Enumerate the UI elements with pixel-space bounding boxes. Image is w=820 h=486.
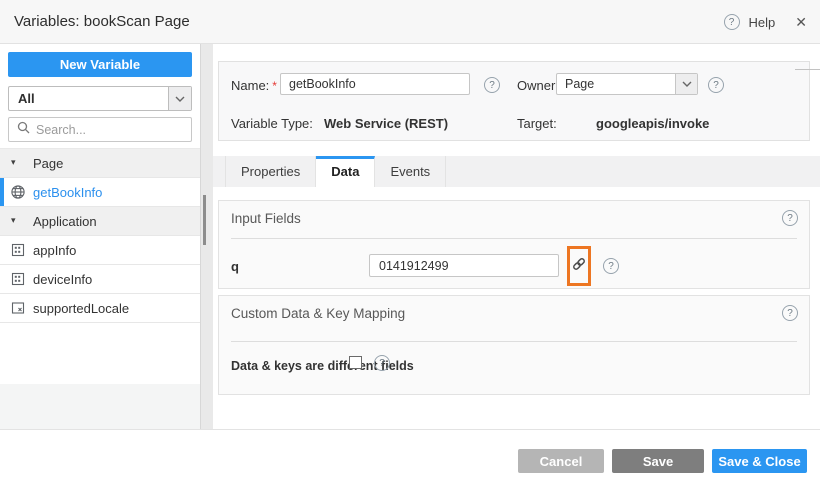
scrollbar-thumb[interactable] bbox=[203, 195, 206, 245]
tree-section-page[interactable]: ▾ Page bbox=[0, 149, 200, 178]
target-label: Target: bbox=[517, 116, 557, 131]
tree-item-label: getBookInfo bbox=[33, 184, 103, 200]
tab-data[interactable]: Data bbox=[316, 156, 376, 187]
variable-type-value: Web Service (REST) bbox=[324, 116, 449, 131]
input-fields-section: Input Fields ? q ? bbox=[218, 200, 810, 289]
save-close-button[interactable]: Save & Close bbox=[712, 449, 807, 473]
help-link[interactable]: Help bbox=[749, 15, 776, 30]
app-grid-icon bbox=[10, 242, 26, 258]
assign-link-button[interactable] bbox=[567, 246, 591, 286]
help-icon[interactable]: ? bbox=[484, 77, 500, 93]
variable-detail-panel: Name:* ? Owner:* Page ? Variable Type: W… bbox=[213, 44, 820, 429]
name-input[interactable] bbox=[280, 73, 470, 95]
custom-mapping-section: Custom Data & Key Mapping ? Data & keys … bbox=[218, 295, 810, 395]
help-icon[interactable]: ? bbox=[782, 305, 798, 321]
close-icon[interactable]: ✕ bbox=[795, 14, 807, 31]
filter-dropdown-value: All bbox=[18, 91, 35, 106]
section-title: Custom Data & Key Mapping bbox=[231, 306, 406, 321]
help-icon[interactable]: ? bbox=[723, 14, 740, 30]
caret-down-icon[interactable]: ▾ bbox=[11, 215, 16, 226]
tree-section-label: Page bbox=[33, 155, 64, 171]
owner-dropdown-value: Page bbox=[565, 77, 595, 91]
cancel-button[interactable]: Cancel bbox=[518, 449, 604, 473]
tab-events[interactable]: Events bbox=[375, 156, 447, 187]
tree-item-supportedlocale[interactable]: supportedLocale bbox=[0, 294, 200, 323]
selected-indicator bbox=[0, 178, 4, 206]
chevron-down-icon[interactable] bbox=[168, 87, 191, 110]
chevron-down-icon[interactable] bbox=[675, 74, 697, 94]
tree-item-label: appInfo bbox=[33, 242, 77, 258]
param-q-input[interactable] bbox=[369, 254, 559, 277]
vertical-scrollbar[interactable] bbox=[200, 44, 213, 429]
variable-summary-box: Name:* ? Owner:* Page ? Variable Type: W… bbox=[218, 61, 810, 141]
tree-item-appinfo[interactable]: appInfo bbox=[0, 236, 200, 265]
search-icon bbox=[17, 121, 30, 139]
dialog-header: Variables: bookScan Page ? Help ✕ bbox=[0, 0, 820, 44]
tree-section-application[interactable]: ▾ Application bbox=[0, 207, 200, 236]
search-input[interactable] bbox=[36, 122, 183, 137]
tree-item-label: supportedLocale bbox=[33, 300, 130, 316]
variables-tree: ▾ Page getBookInfo ▾ Application appInfo… bbox=[0, 148, 200, 323]
detail-tabs: Properties Data Events bbox=[213, 156, 820, 187]
document-x-icon bbox=[10, 300, 26, 316]
app-grid-icon bbox=[10, 271, 26, 287]
divider bbox=[231, 238, 797, 239]
sidebar-footer-area bbox=[0, 384, 200, 429]
help-icon[interactable]: ? bbox=[374, 355, 390, 371]
divider bbox=[231, 341, 797, 342]
help-icon[interactable]: ? bbox=[603, 258, 619, 274]
name-label: Name: * bbox=[231, 78, 277, 93]
page-title: Variables: bookScan Page bbox=[14, 13, 190, 30]
help-icon[interactable]: ? bbox=[782, 210, 798, 226]
tree-section-label: Application bbox=[33, 213, 97, 229]
tree-item-getbookinfo[interactable]: getBookInfo bbox=[0, 178, 200, 207]
header-actions: ? Help ✕ bbox=[723, 0, 807, 44]
footer-buttons: Cancel Save Save & Close bbox=[518, 449, 807, 473]
variable-type-label: Variable Type: bbox=[231, 116, 313, 131]
tree-item-label: deviceInfo bbox=[33, 271, 93, 287]
help-icon[interactable]: ? bbox=[708, 77, 724, 93]
required-asterisk: * bbox=[272, 79, 277, 93]
dialog-footer: Cancel Save Save & Close bbox=[0, 429, 820, 486]
target-value: googleapis/invoke bbox=[596, 116, 710, 131]
new-variable-button[interactable]: New Variable bbox=[8, 52, 192, 77]
different-fields-checkbox[interactable] bbox=[349, 356, 362, 369]
section-title: Input Fields bbox=[231, 211, 301, 226]
save-button[interactable]: Save bbox=[612, 449, 704, 473]
caret-down-icon[interactable]: ▾ bbox=[11, 157, 16, 168]
search-box bbox=[8, 117, 192, 142]
tree-item-deviceinfo[interactable]: deviceInfo bbox=[0, 265, 200, 294]
link-icon bbox=[571, 256, 587, 277]
globe-icon bbox=[10, 184, 26, 200]
tab-properties[interactable]: Properties bbox=[225, 156, 317, 187]
variables-sidebar: New Variable All ▾ Page getBookInfo bbox=[0, 44, 200, 429]
owner-dropdown[interactable]: Page bbox=[556, 73, 698, 95]
panel-edge-line bbox=[795, 69, 820, 70]
param-q-label: q bbox=[231, 259, 239, 274]
filter-dropdown[interactable]: All bbox=[8, 86, 192, 111]
